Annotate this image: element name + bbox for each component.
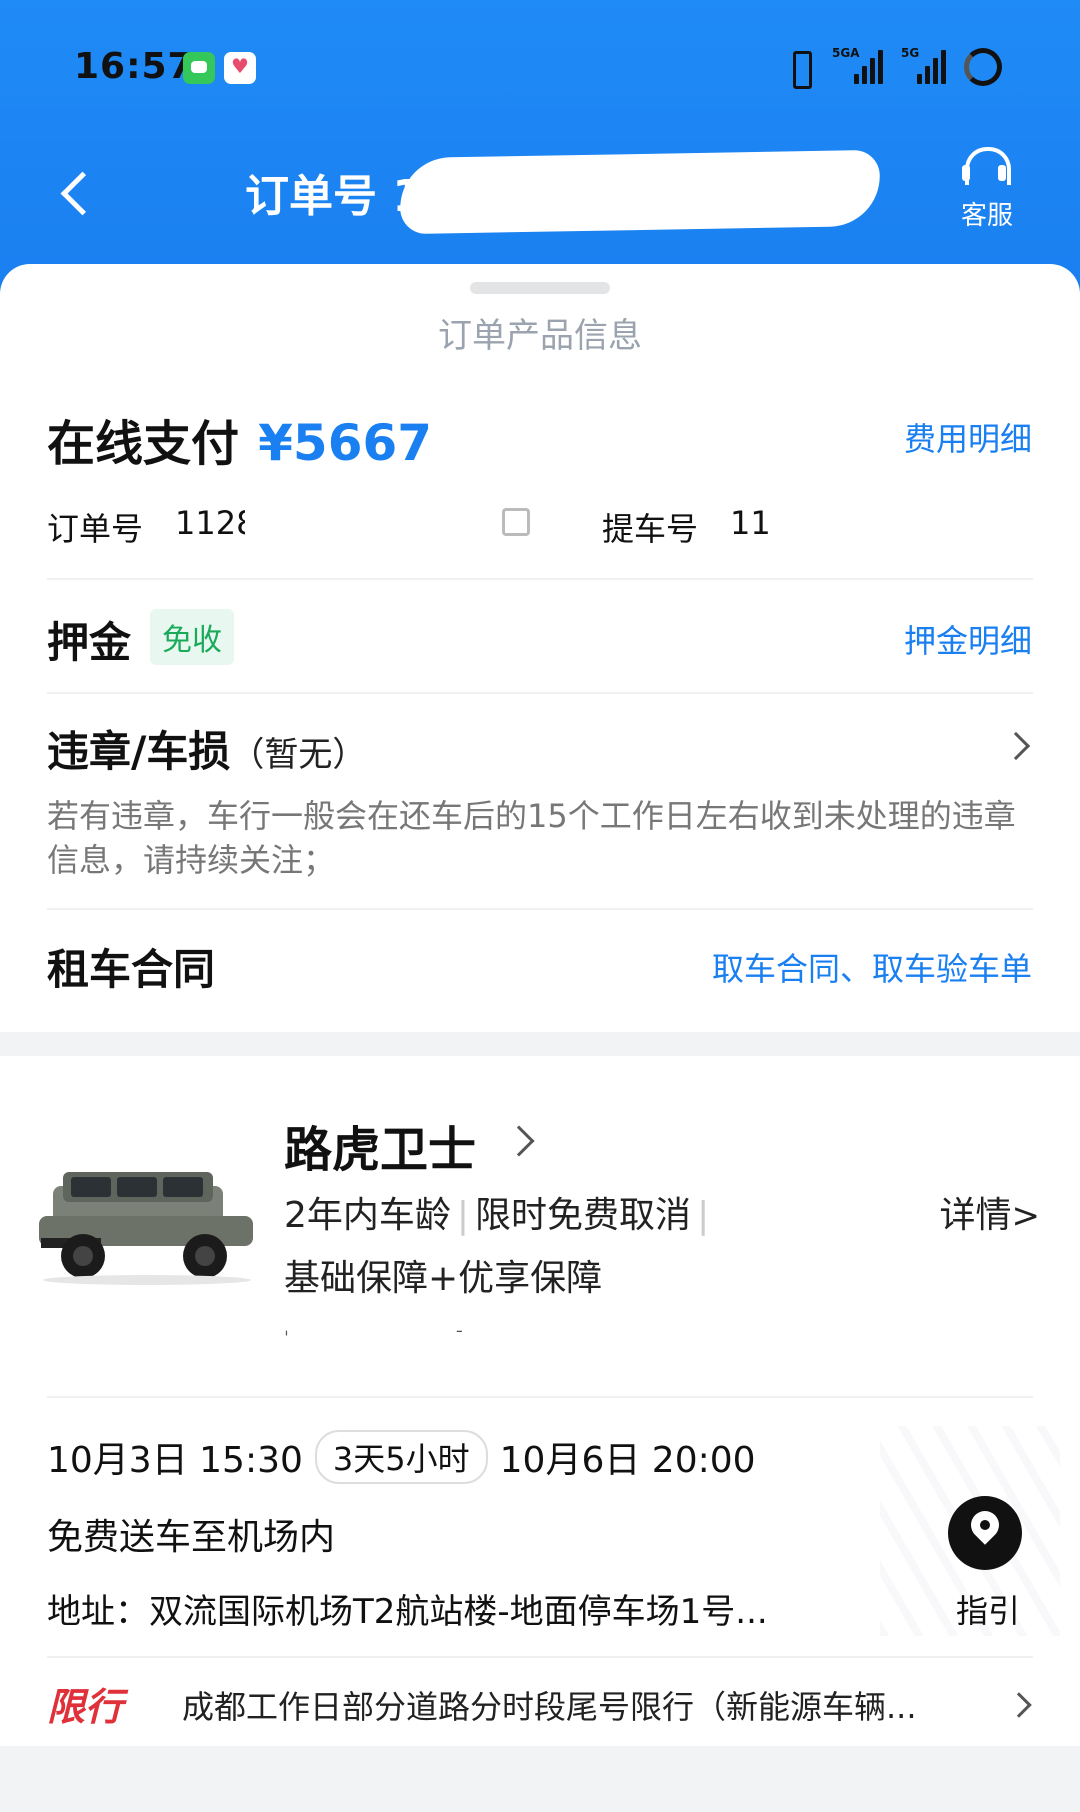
headset-icon (962, 145, 1012, 191)
signal-5ga-icon: 5GA (832, 46, 883, 84)
violation-note: 若有违章，车行一般会在还车后的15个工作日左右收到未处理的违章信息，请持续关注； (47, 797, 1016, 879)
drag-handle[interactable] (470, 282, 610, 294)
divider (47, 1656, 1033, 1658)
car-tag-age: 2年内车龄 (284, 1195, 451, 1236)
deposit-detail-link[interactable]: 押金明细 (904, 616, 1032, 662)
car-image (39, 1172, 253, 1285)
chevron-right-icon (1001, 731, 1031, 761)
car-detail-link[interactable]: 详情> (939, 1186, 1040, 1238)
status-bar: 16:57 5GA 5G (0, 40, 1080, 100)
violation-row[interactable]: 违章/车损（暂无） (47, 718, 366, 779)
signal-5g-icon: 5G (901, 46, 946, 84)
rental-dates: 10月3日 15:30 3天5小时 10月6日 20:00 (47, 1430, 756, 1484)
pickup-no-value: 11 (730, 504, 771, 542)
order-info-card: 订单产品信息 在线支付 ¥5667 费用明细 订单号 1128 提车号 11 押… (0, 264, 1080, 1032)
rental-duration: 3天5小时 (314, 1430, 488, 1484)
redaction-scribble (399, 149, 881, 235)
customer-service-button[interactable]: 客服 (952, 145, 1022, 232)
chevron-right-icon (503, 1125, 535, 1157)
pickup-no-label: 提车号 (602, 510, 699, 548)
car-name[interactable]: 路虎卫士 (284, 1110, 476, 1180)
return-time: 10月6日 20:00 (499, 1440, 756, 1481)
back-icon[interactable] (55, 168, 95, 218)
payment-row: 在线支付 ¥5667 (47, 404, 432, 474)
violation-status: （暂无） (230, 735, 367, 775)
car-info-card: 路虎卫士 2年内车龄 | 限时免费取消 | 详情> 基础保障+优享保障 ˈ ˉ 10月… (0, 1056, 1080, 1746)
contract-title: 租车合同 (47, 945, 216, 994)
loading-ring-icon (964, 48, 1002, 86)
divider (47, 578, 1033, 580)
status-indicators: 5GA 5G (784, 46, 1002, 89)
pickup-address: 地址：双流国际机场T2航站楼-地面停车场1号... (47, 1592, 768, 1632)
status-time: 16:57 (74, 46, 194, 87)
section-caption: 订单产品信息 (438, 316, 642, 356)
vibrate-icon (784, 48, 814, 89)
restriction-tag: 限行 (47, 1685, 124, 1729)
location-pin-icon[interactable] (948, 1496, 1022, 1570)
health-icon (224, 52, 256, 84)
traffic-restriction-row[interactable]: 限行 成都工作日部分道路分时段尾号限行（新能源车辆... (47, 1676, 1037, 1736)
deposit-badge: 免收 (150, 609, 234, 665)
divider (47, 908, 1033, 910)
restriction-text: 成都工作日部分道路分时段尾号限行（新能源车辆... (182, 1688, 917, 1726)
payment-amount: ¥5667 (258, 414, 433, 472)
payment-label: 在线支付 (47, 416, 240, 472)
pickup-time: 10月3日 15:30 (47, 1440, 303, 1481)
redaction-mask (245, 508, 315, 542)
car-tag-cancel: 限时免费取消 (475, 1195, 692, 1236)
car-tags: 2年内车龄 | 限时免费取消 | (284, 1195, 710, 1236)
divider (47, 1396, 1033, 1398)
customer-service-label: 客服 (960, 201, 1013, 231)
redacted-line: ˈ ˉ (284, 1328, 464, 1349)
delivery-info: 免费送车至机场内 (47, 1517, 336, 1558)
car-protection: 基础保障+优享保障 (284, 1258, 603, 1299)
contract-link[interactable]: 取车合同、取车验车单 (712, 944, 1032, 990)
fee-detail-link[interactable]: 费用明细 (904, 414, 1032, 460)
divider (47, 692, 1033, 694)
deposit-title: 押金 (47, 618, 132, 667)
guide-label[interactable]: 指引 (956, 1586, 1020, 1632)
header: 16:57 5GA 5G 订单号 112 客服 (0, 0, 1080, 300)
violation-title: 违章/车损 (47, 727, 231, 776)
messages-icon (183, 52, 215, 84)
copy-icon[interactable] (502, 508, 530, 536)
nav-bar: 订单号 112 客服 (0, 140, 1080, 250)
order-no-label: 订单号 (47, 510, 144, 548)
